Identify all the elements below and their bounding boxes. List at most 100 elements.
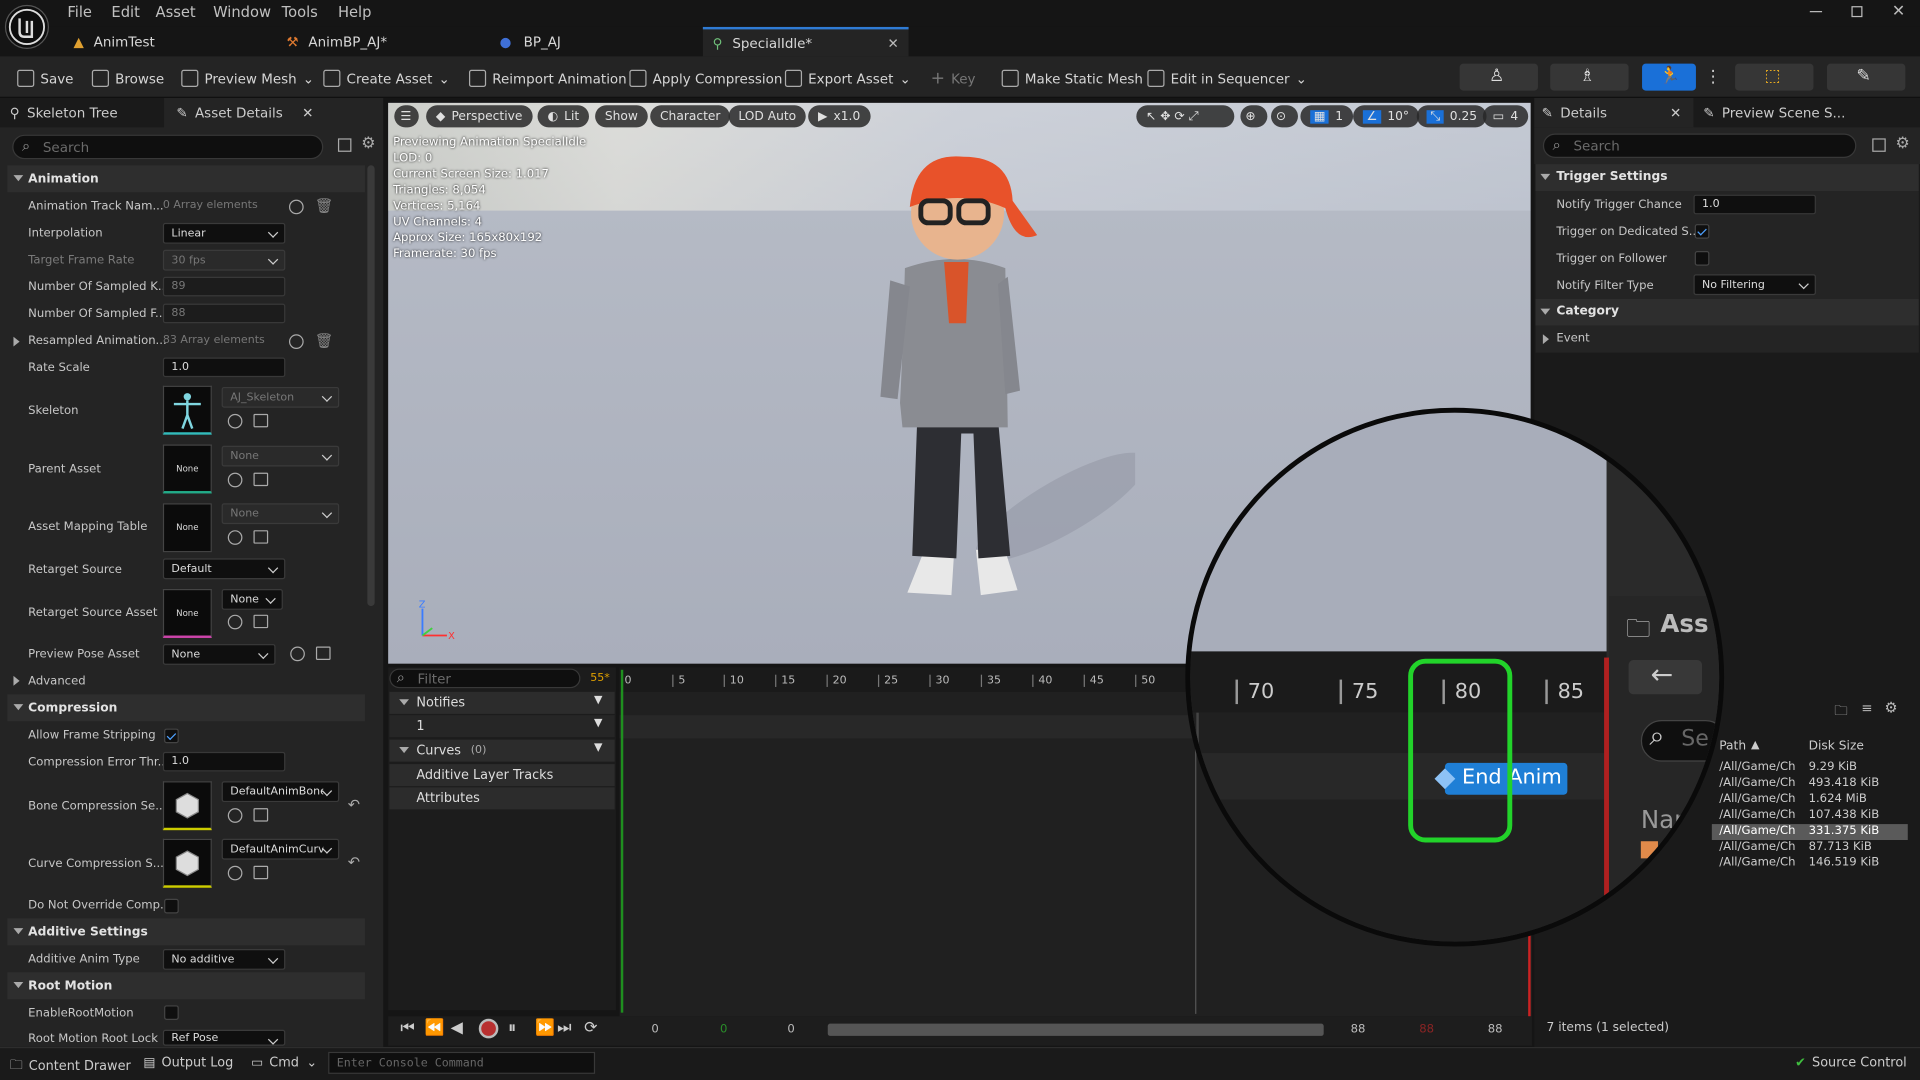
section-additive-settings[interactable]: Additive Settings bbox=[7, 918, 365, 946]
trigger-follower-checkbox[interactable] bbox=[1694, 251, 1710, 266]
content-search-input[interactable]: ⌕ Se bbox=[1640, 720, 1720, 762]
skeleton-dropdown[interactable]: AJ_Skeleton bbox=[221, 386, 340, 408]
delete-icon[interactable]: 🗑 bbox=[315, 197, 334, 214]
menu-help[interactable]: Help bbox=[338, 4, 372, 21]
menu-asset[interactable]: Asset bbox=[156, 4, 196, 21]
mesh-mode-button[interactable]: ♗ bbox=[1550, 63, 1629, 91]
interpolation-dropdown[interactable]: Linear bbox=[162, 222, 286, 244]
retarget-source-asset-thumbnail[interactable]: None bbox=[162, 588, 212, 638]
browse-asset-icon[interactable] bbox=[253, 530, 269, 544]
add-element-icon[interactable] bbox=[288, 199, 304, 215]
filter-icon[interactable]: ≡ bbox=[1861, 700, 1872, 716]
browse-asset-icon[interactable] bbox=[253, 808, 269, 822]
asset-mapping-thumbnail[interactable]: None bbox=[162, 503, 212, 553]
table-view-icon[interactable] bbox=[1872, 138, 1886, 152]
tab-preview-scene[interactable]: ✎ Preview Scene S... bbox=[1695, 97, 1917, 128]
retarget-source-asset-dropdown[interactable]: None bbox=[221, 588, 283, 610]
console-input[interactable]: Enter Console Command bbox=[328, 1051, 596, 1074]
use-selected-icon[interactable] bbox=[227, 472, 243, 488]
loop-icon[interactable]: ⟳ bbox=[584, 1019, 597, 1037]
back-button[interactable]: ← bbox=[1628, 660, 1703, 695]
export-asset-button[interactable]: Export Asset ⌄ bbox=[784, 67, 911, 89]
allow-frame-stripping-checkbox[interactable] bbox=[164, 728, 179, 744]
parent-asset-thumbnail[interactable]: None bbox=[162, 444, 212, 494]
doc-tab-animbp[interactable]: ⚒ AnimBP_AJ* bbox=[277, 27, 485, 56]
browse-asset-icon[interactable] bbox=[253, 413, 269, 428]
playback-end-value[interactable]: 88 bbox=[1419, 1022, 1434, 1035]
tab-details[interactable]: ✎ Details ✕ bbox=[1534, 97, 1694, 128]
filter-type-dropdown[interactable]: No Filtering bbox=[1693, 274, 1816, 296]
range-end-value[interactable]: 88 bbox=[1488, 1022, 1503, 1035]
notify-track-row[interactable]: 1 ▼ bbox=[389, 715, 615, 738]
attributes-track-header[interactable]: Attributes bbox=[389, 787, 615, 810]
grid-snap-button[interactable]: ▦ 1 bbox=[1300, 105, 1353, 128]
viewport-menu-button[interactable]: ☰ bbox=[394, 105, 419, 128]
rate-scale-input[interactable]: 1.0 bbox=[162, 357, 286, 378]
physics-mode-button[interactable]: ✎ bbox=[1826, 63, 1906, 91]
section-root-motion[interactable]: Root Motion bbox=[7, 972, 365, 1000]
menu-window[interactable]: Window bbox=[213, 4, 271, 21]
menu-file[interactable]: File bbox=[67, 4, 92, 21]
source-control-button[interactable]: ✔ Source Control bbox=[1795, 1056, 1907, 1071]
angle-snap-button[interactable]: ∠ 10° bbox=[1353, 105, 1419, 128]
notifies-track-header[interactable]: Notifies ▼ bbox=[389, 691, 615, 714]
close-tab-icon[interactable]: ✕ bbox=[887, 35, 898, 51]
menu-tools[interactable]: Tools bbox=[282, 4, 318, 21]
local-space-button[interactable]: ⊕ bbox=[1240, 105, 1268, 128]
output-log-button[interactable]: ▤ Output Log bbox=[143, 1056, 233, 1071]
bone-compression-dropdown[interactable]: DefaultAnimBone bbox=[221, 781, 340, 803]
folder-add-icon[interactable]: 🗀 bbox=[1834, 700, 1847, 723]
use-selected-icon[interactable] bbox=[227, 808, 243, 823]
perspective-button[interactable]: ◆ Perspective bbox=[426, 105, 533, 128]
reset-to-default-icon[interactable]: ↶ bbox=[348, 853, 360, 870]
details-scrollbar[interactable] bbox=[367, 165, 375, 607]
preview-mesh-button[interactable]: Preview Mesh ⌄ bbox=[181, 67, 314, 89]
transform-tools-group[interactable]: ↖ ✥ ⟳ ⤢ bbox=[1136, 105, 1235, 128]
bone-compression-thumbnail[interactable] bbox=[162, 781, 212, 831]
track-filter-input[interactable]: ⌕ Filter bbox=[389, 668, 581, 689]
section-trigger-settings[interactable]: Trigger Settings bbox=[1535, 164, 1919, 192]
doc-tab-animtest[interactable]: ▲ AnimTest bbox=[64, 27, 272, 56]
section-category[interactable]: Category bbox=[1535, 298, 1919, 326]
menu-edit[interactable]: Edit bbox=[111, 4, 139, 21]
pause-icon[interactable]: ⏸ bbox=[508, 1019, 516, 1037]
do-not-override-checkbox[interactable] bbox=[164, 898, 179, 914]
settings-gear-icon[interactable]: ⚙ bbox=[1885, 699, 1898, 716]
character-button[interactable]: Character bbox=[650, 105, 731, 128]
expand-icon[interactable] bbox=[13, 336, 20, 347]
more-options-icon[interactable]: ⋮ bbox=[1705, 67, 1722, 87]
use-selected-icon[interactable] bbox=[227, 614, 243, 630]
view-start-value[interactable]: 0 bbox=[787, 1022, 794, 1035]
doc-tab-bp-aj[interactable]: ● BP_AJ bbox=[490, 27, 698, 56]
cmd-dropdown[interactable]: ▭ Cmd ⌄ bbox=[251, 1056, 317, 1071]
lod-button[interactable]: LOD Auto bbox=[728, 105, 806, 128]
step-forward-icon[interactable]: ⏩ bbox=[535, 1019, 555, 1037]
key-button[interactable]: + Key bbox=[931, 67, 976, 89]
browse-button[interactable]: Browse bbox=[91, 67, 164, 89]
root-motion-lock-dropdown[interactable]: Ref Pose bbox=[162, 1029, 286, 1046]
curves-track-header[interactable]: Curves (0) ▼ bbox=[389, 739, 615, 762]
retarget-source-dropdown[interactable]: Default bbox=[162, 558, 286, 580]
use-selected-icon[interactable] bbox=[227, 865, 243, 881]
play-reverse-icon[interactable]: ◀ bbox=[451, 1019, 463, 1037]
curve-compression-dropdown[interactable]: DefaultAnimCurv bbox=[221, 838, 340, 860]
unreal-logo-icon[interactable] bbox=[4, 4, 49, 49]
content-drawer-button[interactable]: 🗀 Content Drawer bbox=[10, 1056, 131, 1078]
path-column-header[interactable]: Path bbox=[1719, 740, 1746, 753]
edit-in-sequencer-button[interactable]: Edit in Sequencer ⌄ bbox=[1147, 67, 1307, 89]
restore-icon[interactable] bbox=[1851, 6, 1863, 18]
use-selected-icon[interactable] bbox=[290, 646, 305, 662]
curve-compression-thumbnail[interactable] bbox=[162, 838, 212, 888]
camera-speed-button[interactable]: ▭ 4 bbox=[1482, 105, 1528, 128]
show-button[interactable]: Show bbox=[595, 105, 648, 128]
make-static-mesh-button[interactable]: Make Static Mesh bbox=[1001, 67, 1143, 89]
expand-icon[interactable] bbox=[13, 675, 20, 686]
additive-layer-tracks-header[interactable]: Additive Layer Tracks bbox=[389, 764, 615, 787]
settings-gear-icon[interactable]: ⚙ bbox=[361, 135, 375, 153]
target-frame-rate-dropdown[interactable]: 30 fps bbox=[162, 249, 286, 271]
use-selected-icon[interactable] bbox=[227, 413, 243, 429]
doc-tab-specialidle[interactable]: ⚲ SpecialIdle* ✕ bbox=[702, 26, 909, 57]
trigger-dedicated-checkbox[interactable] bbox=[1694, 224, 1710, 239]
preview-pose-dropdown[interactable]: None bbox=[162, 644, 276, 665]
record-icon[interactable] bbox=[478, 1018, 499, 1039]
